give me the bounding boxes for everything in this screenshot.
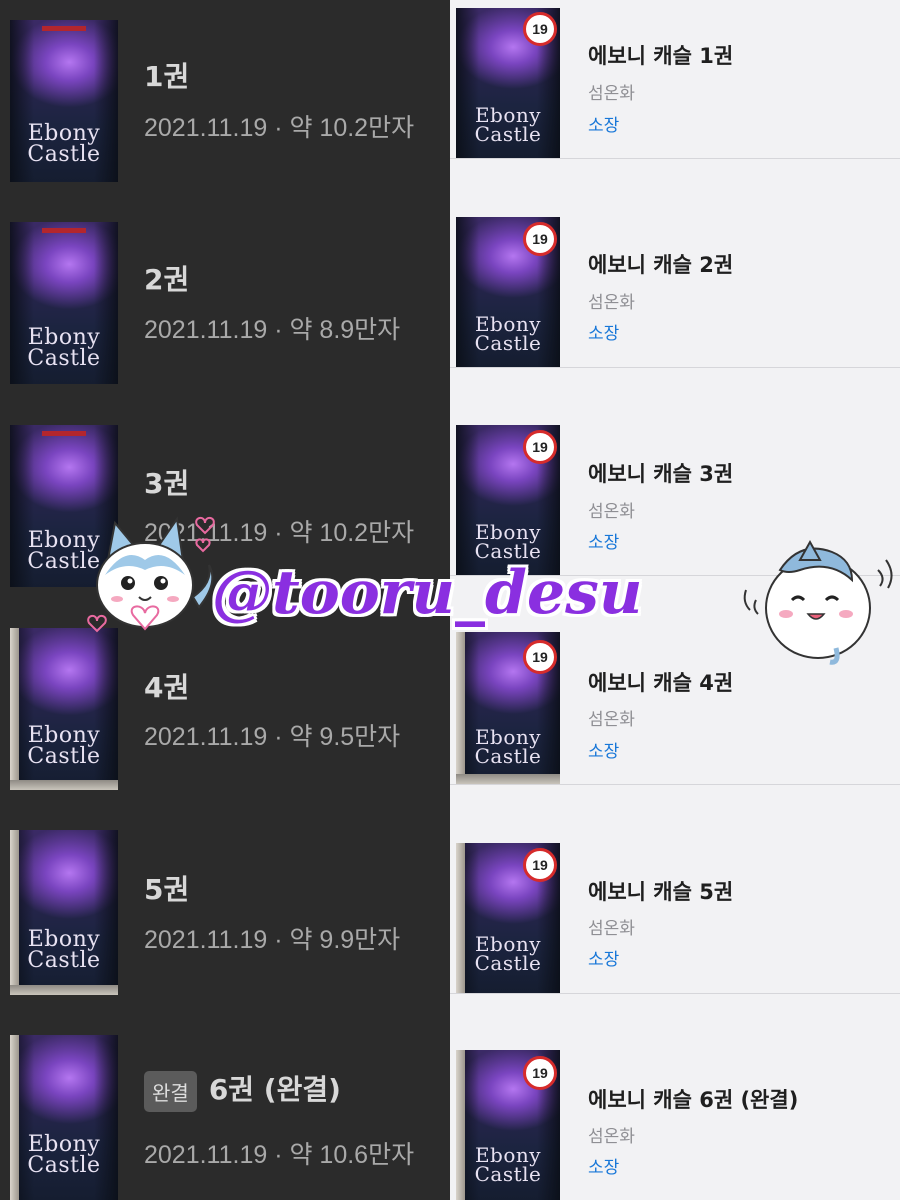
cover-frame <box>10 628 19 790</box>
volume-title[interactable]: 2권 <box>144 258 189 298</box>
cover-frame <box>10 830 19 995</box>
owned-status: 소장 <box>588 116 620 136</box>
row-divider <box>450 993 900 994</box>
volume-title[interactable]: 3권 <box>144 462 189 502</box>
cover-title: Ebony Castle <box>474 520 542 563</box>
cat-sticker-right <box>743 539 893 665</box>
book-author[interactable]: 섬온화 <box>588 1122 635 1147</box>
book-cover[interactable]: Ebony Castle <box>10 830 118 995</box>
owned-status: 소장 <box>588 1158 620 1178</box>
cover-title: Ebony Castle <box>474 103 542 146</box>
cover-title: Ebony Castle <box>27 121 101 167</box>
volume-title[interactable]: 4권 <box>144 666 189 706</box>
cover-frame <box>456 774 560 784</box>
volume-meta: 2021.11.19 · 약 10.2만자 <box>144 114 415 142</box>
age-19-badge: 19 <box>523 848 557 882</box>
book-author[interactable]: 섬온화 <box>588 79 635 104</box>
book-author[interactable]: 섬온화 <box>588 705 635 730</box>
cover-frame <box>456 632 465 784</box>
book-author[interactable]: 섬온화 <box>588 288 635 313</box>
age-19-badge: 19 <box>523 1056 557 1090</box>
row-divider <box>450 158 900 159</box>
cover-frame <box>456 1050 465 1200</box>
owned-status: 소장 <box>588 533 620 553</box>
owned-status: 소장 <box>588 324 620 344</box>
cover-title: Ebony Castle <box>474 312 542 355</box>
cover-title: Ebony Castle <box>474 932 542 975</box>
cover-title: Ebony Castle <box>474 725 542 768</box>
cat-sticker-left <box>87 516 215 633</box>
volume-meta: 2021.11.19 · 약 8.9만자 <box>144 316 401 344</box>
cover-frame <box>456 843 465 993</box>
volume-meta: 2021.11.19 · 약 9.9만자 <box>144 926 401 954</box>
cover-title: Ebony Castle <box>474 1143 542 1186</box>
cover-banner <box>42 26 86 31</box>
cover-title: Ebony Castle <box>27 1132 101 1178</box>
owned-status: 소장 <box>588 950 620 970</box>
cover-banner <box>42 431 86 436</box>
cover-frame <box>10 985 118 995</box>
book-cover[interactable]: Ebony Castle <box>10 222 118 384</box>
watermark-text: @tooru_desu <box>212 558 643 628</box>
book-title[interactable]: 에보니 캐슬 3권 <box>588 458 733 488</box>
book-title[interactable]: 에보니 캐슬 5권 <box>588 876 733 906</box>
cover-frame <box>10 1035 19 1200</box>
book-cover[interactable]: Ebony Castle <box>10 628 118 790</box>
age-19-badge: 19 <box>523 12 557 46</box>
volume-title[interactable]: 5권 <box>144 868 189 908</box>
volume-meta: 2021.11.19 · 약 9.5만자 <box>144 723 401 751</box>
cover-title: Ebony Castle <box>27 927 101 973</box>
row-divider <box>450 367 900 368</box>
book-author[interactable]: 섬온화 <box>588 914 635 939</box>
age-19-badge: 19 <box>523 640 557 674</box>
complete-badge: 완결 <box>144 1070 197 1112</box>
volume-title-row[interactable]: 완결 6권 (완결) <box>144 1068 341 1112</box>
age-19-badge: 19 <box>523 222 557 256</box>
book-title[interactable]: 에보니 캐슬 1권 <box>588 40 733 70</box>
book-cover[interactable]: Ebony Castle <box>10 20 118 182</box>
row-divider <box>450 784 900 785</box>
owned-status: 소장 <box>588 742 620 762</box>
age-19-badge: 19 <box>523 430 557 464</box>
cover-banner <box>42 228 86 233</box>
book-title[interactable]: 에보니 캐슬 6권 (완결) <box>588 1084 798 1114</box>
book-title[interactable]: 에보니 캐슬 2권 <box>588 249 733 279</box>
volume-title[interactable]: 1권 <box>144 55 189 95</box>
cover-frame <box>10 780 118 790</box>
cover-title: Ebony Castle <box>27 325 101 371</box>
volume-title: 6권 (완결) <box>208 1073 341 1106</box>
book-cover[interactable]: Ebony Castle <box>10 1035 118 1200</box>
book-author[interactable]: 섬온화 <box>588 497 635 522</box>
book-title[interactable]: 에보니 캐슬 4권 <box>588 667 733 697</box>
cover-title: Ebony Castle <box>27 723 101 769</box>
volume-meta: 2021.11.19 · 약 10.6만자 <box>144 1141 415 1169</box>
